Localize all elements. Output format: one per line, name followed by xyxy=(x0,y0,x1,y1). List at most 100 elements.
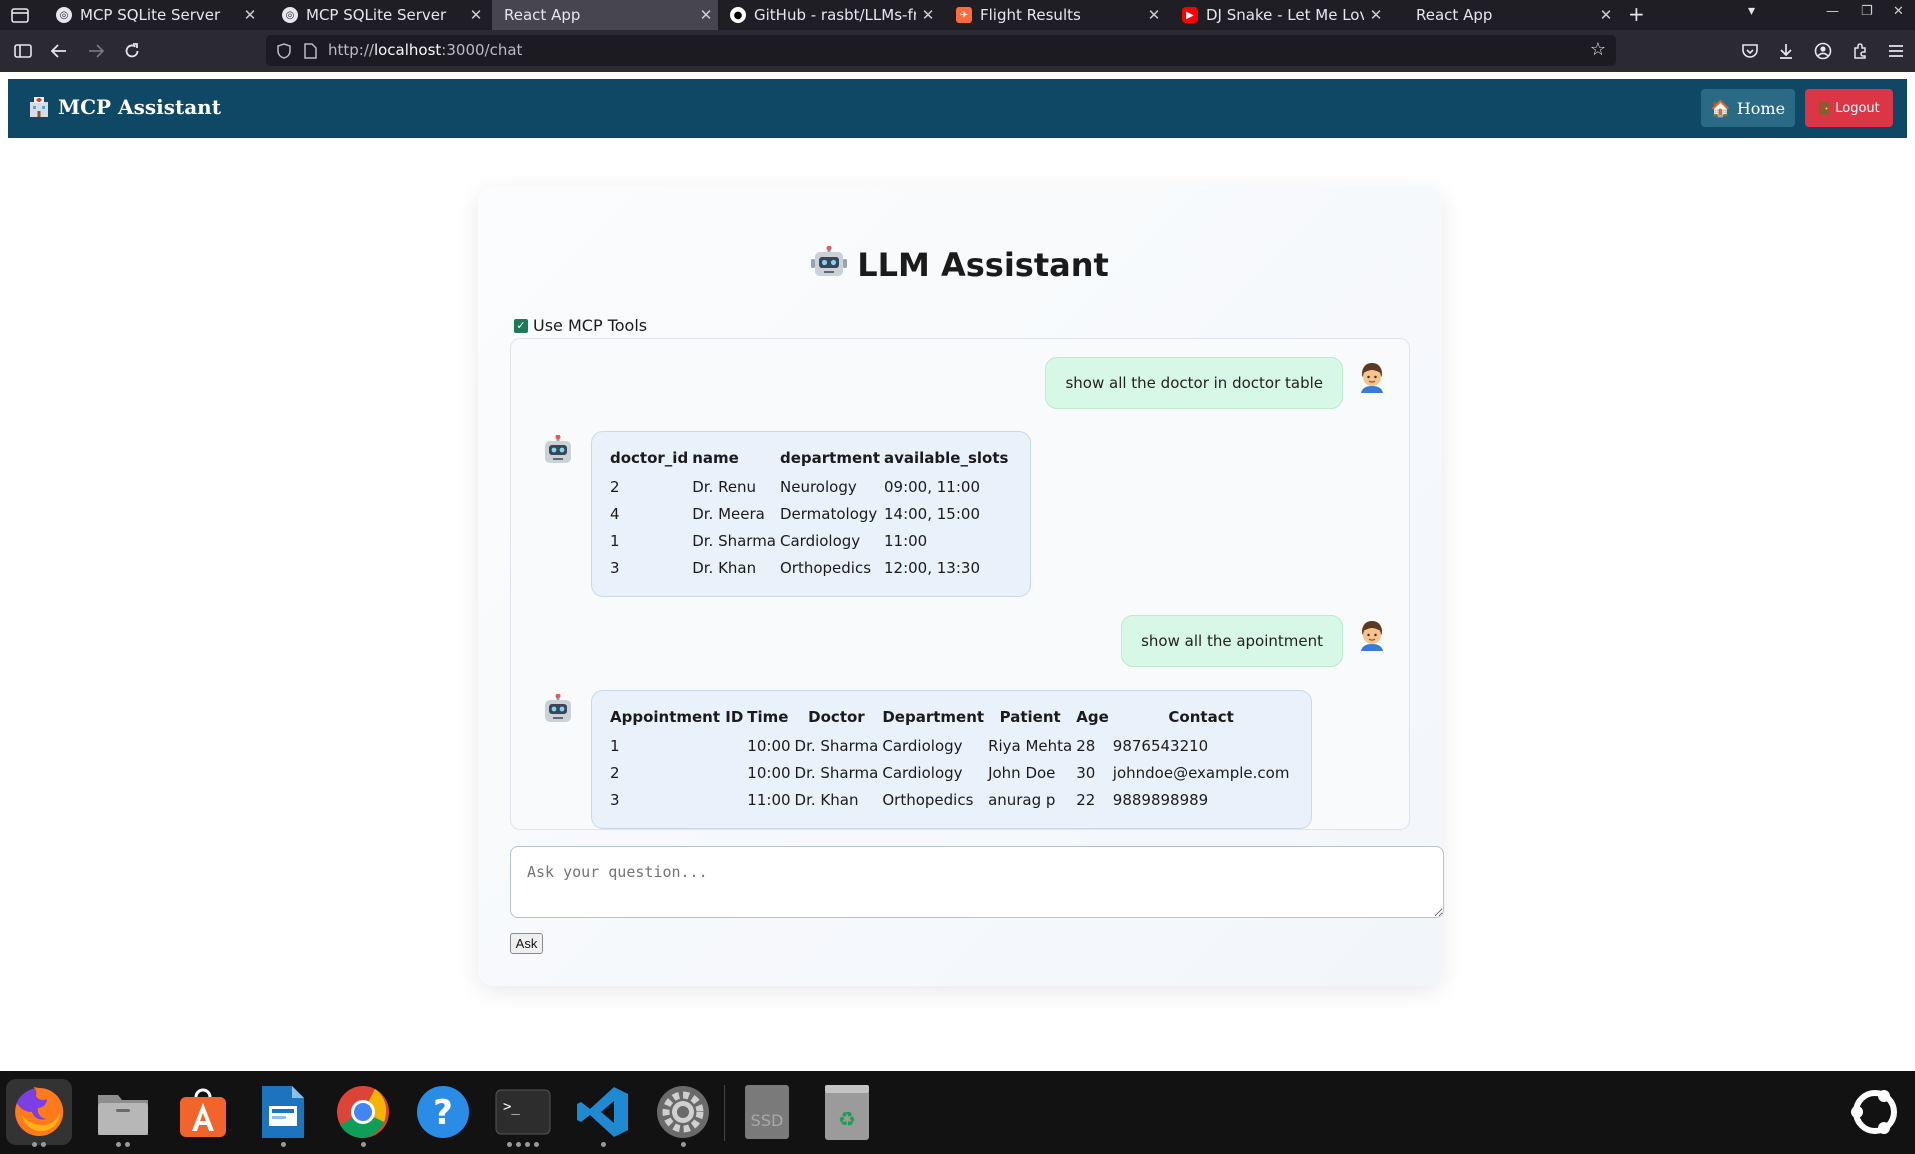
close-tab-icon[interactable]: ✕ xyxy=(1142,6,1166,24)
globe-icon: ◎ xyxy=(56,7,72,23)
firefox-icon[interactable] xyxy=(6,1079,72,1147)
close-tab-icon[interactable]: ✕ xyxy=(464,6,488,24)
table-cell: Riya Mehta xyxy=(988,736,1073,755)
ask-button[interactable]: Ask xyxy=(510,933,543,954)
table-row: 3 Dr. Khan Orthopedics 12:00, 13:30 xyxy=(610,554,1012,581)
table-row: 2 10:00 Dr. Sharma Cardiology John Doe 3… xyxy=(610,759,1293,786)
window-close-icon[interactable]: ✕ xyxy=(1893,4,1904,19)
chat-card: LLM Assistant ✓ Use MCP Tools show all t… xyxy=(478,186,1444,986)
bot-avatar-icon xyxy=(545,435,571,463)
shield-icon[interactable] xyxy=(276,43,292,59)
browser-tab-strip: ◎ MCP SQLite Server ✕ ◎ MCP SQLite Serve… xyxy=(0,0,1915,30)
show-apps-icon[interactable] xyxy=(1842,1079,1908,1145)
back-arrow-icon[interactable] xyxy=(47,39,71,63)
table-cell: Dr. Meera xyxy=(692,504,765,523)
question-input[interactable] xyxy=(510,846,1444,918)
download-icon[interactable] xyxy=(1774,39,1798,63)
user-avatar-icon xyxy=(1361,363,1383,393)
column-header: department xyxy=(780,449,880,467)
tab-list-icon[interactable] xyxy=(10,6,30,24)
close-tab-icon[interactable]: ✕ xyxy=(1364,6,1388,24)
sidebar-toggle-icon[interactable] xyxy=(11,39,35,63)
table-cell: Orthopedics xyxy=(780,558,872,577)
column-header: Contact xyxy=(1168,708,1234,726)
use-mcp-tools-checkbox[interactable]: ✓ Use MCP Tools xyxy=(514,316,647,335)
message-list[interactable]: show all the doctor in doctor table doct… xyxy=(510,338,1410,830)
page-title: LLM Assistant xyxy=(478,245,1442,288)
restore-icon[interactable]: ❐ xyxy=(1861,4,1873,19)
table-cell: 2 xyxy=(610,477,620,496)
svg-text:?: ? xyxy=(433,1093,453,1133)
table-cell: 11:00 xyxy=(884,531,928,550)
app-center-icon[interactable] xyxy=(170,1079,236,1145)
close-tab-icon[interactable]: ✕ xyxy=(916,6,940,24)
new-tab-icon[interactable]: + xyxy=(1628,2,1645,26)
minimize-icon[interactable]: — xyxy=(1826,4,1839,19)
trash-icon[interactable]: ♻ xyxy=(814,1079,880,1145)
table-cell: 14:00, 15:00 xyxy=(884,504,980,523)
settings-icon[interactable] xyxy=(650,1079,716,1147)
svg-text:>_: >_ xyxy=(503,1099,520,1115)
close-tab-icon[interactable]: ✕ xyxy=(694,6,718,24)
hamburger-menu-icon[interactable] xyxy=(1884,39,1908,63)
reload-icon[interactable] xyxy=(120,39,144,63)
appointments-table: Appointment ID Time Doctor Department Pa… xyxy=(610,706,1293,813)
table-cell: 30 xyxy=(1076,763,1096,782)
table-cell: 12:00, 13:30 xyxy=(884,558,980,577)
table-cell: 10:00 xyxy=(747,736,791,755)
forward-arrow-icon[interactable] xyxy=(84,39,108,63)
column-header: Appointment ID xyxy=(610,708,744,726)
table-row: 2 Dr. Renu Neurology 09:00, 11:00 xyxy=(610,473,1012,500)
column-header: available_slots xyxy=(884,449,1009,467)
logout-button[interactable]: Logout xyxy=(1805,89,1893,127)
terminal-icon[interactable]: >_ xyxy=(490,1079,556,1147)
close-tab-icon[interactable]: ✕ xyxy=(1594,6,1618,24)
vscode-icon[interactable] xyxy=(570,1079,636,1147)
browser-tab[interactable]: ◎ MCP SQLite Server ✕ xyxy=(44,0,262,30)
table-cell: 3 xyxy=(610,558,620,577)
bot-avatar-icon xyxy=(545,694,571,722)
help-icon[interactable]: ? xyxy=(410,1079,476,1145)
column-header: doctor_id xyxy=(610,449,689,467)
close-tab-icon[interactable]: ✕ xyxy=(238,6,262,24)
files-icon[interactable] xyxy=(90,1079,156,1147)
page-info-icon[interactable] xyxy=(303,43,317,59)
robot-icon xyxy=(811,245,848,288)
table-cell: 1 xyxy=(610,736,620,755)
brand[interactable]: MCP Assistant xyxy=(28,95,221,119)
door-icon xyxy=(1819,101,1830,115)
user-avatar-icon xyxy=(1361,621,1383,651)
browser-tab[interactable]: React App ✕ xyxy=(1392,0,1618,30)
extensions-icon[interactable] xyxy=(1848,39,1872,63)
browser-tab-active[interactable]: React App ✕ xyxy=(492,0,718,30)
table-cell: Cardiology xyxy=(780,531,861,550)
browser-tab[interactable]: ▶ DJ Snake - Let Me Love Yo ✕ xyxy=(1170,0,1388,30)
browser-tab[interactable]: ● GitHub - rasbt/LLMs-from ✕ xyxy=(718,0,940,30)
table-cell: John Doe xyxy=(988,763,1056,782)
chrome-icon[interactable] xyxy=(330,1079,396,1147)
libreoffice-impress-icon[interactable] xyxy=(250,1079,316,1147)
table-cell: 28 xyxy=(1076,736,1096,755)
ssd-drive-icon[interactable]: SSD xyxy=(734,1079,800,1145)
pocket-icon[interactable] xyxy=(1738,39,1762,63)
dock-separator xyxy=(724,1085,725,1141)
url-bar[interactable]: http://localhost:3000/chat ☆ xyxy=(266,35,1616,66)
column-header: Department xyxy=(882,708,985,726)
account-icon[interactable] xyxy=(1811,39,1835,63)
app-header: MCP Assistant 🏠 Home Logout xyxy=(8,79,1907,138)
home-button[interactable]: 🏠 Home xyxy=(1701,89,1795,127)
table-cell: 1 xyxy=(610,531,620,550)
table-row: 1 10:00 Dr. Sharma Cardiology Riya Mehta… xyxy=(610,732,1293,759)
checkbox-checked-icon[interactable]: ✓ xyxy=(514,318,528,333)
user-message: show all the doctor in doctor table xyxy=(1045,357,1389,409)
table-cell: Neurology xyxy=(780,477,857,496)
svg-text:♻: ♻ xyxy=(838,1107,856,1131)
chevron-down-icon[interactable]: ▾ xyxy=(1748,3,1755,19)
bookmark-star-icon[interactable]: ☆ xyxy=(1590,39,1606,60)
table-cell: Dr. Khan xyxy=(794,790,859,809)
globe-icon: ◎ xyxy=(282,7,298,23)
bot-message-bubble: doctor_id name department available_slot… xyxy=(591,431,1032,597)
browser-tab[interactable]: ✈ Flight Results ✕ xyxy=(944,0,1166,30)
user-message-bubble: show all the doctor in doctor table xyxy=(1045,357,1343,409)
browser-tab[interactable]: ◎ MCP SQLite Server ✕ xyxy=(270,0,488,30)
